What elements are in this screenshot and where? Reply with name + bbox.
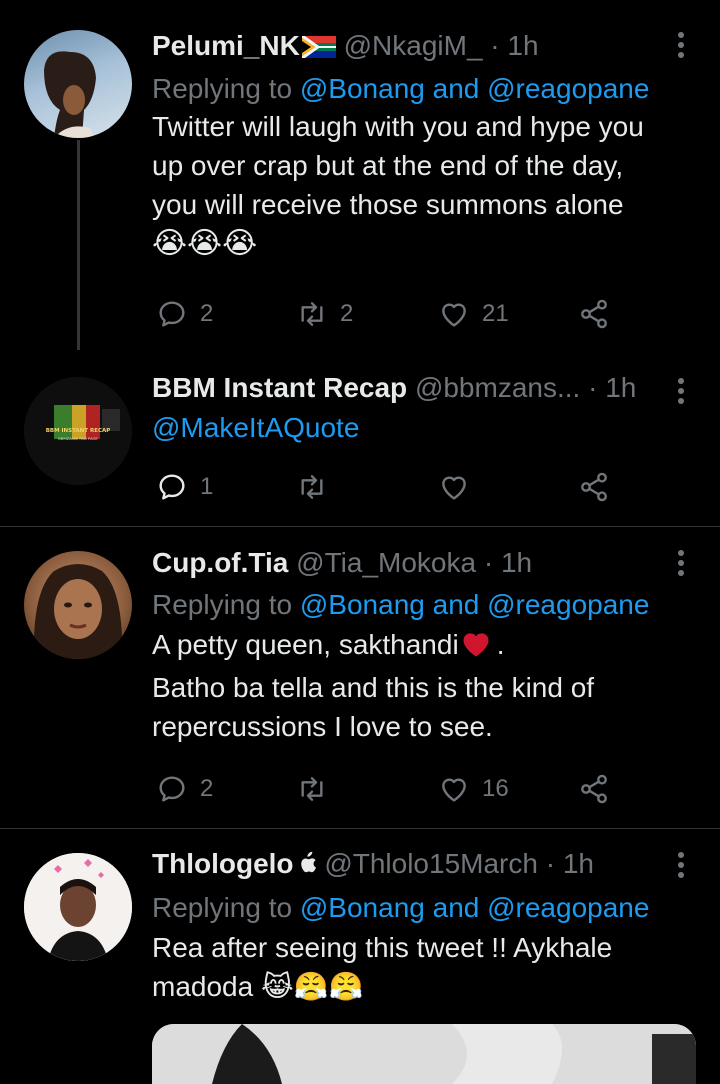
reply-icon bbox=[159, 301, 185, 327]
text-span: A petty queen, sakthandi bbox=[152, 629, 459, 660]
handle[interactable]: @NkagiM_ bbox=[344, 30, 483, 61]
reply-count: 2 bbox=[200, 300, 214, 327]
reply-count: 1 bbox=[200, 473, 214, 500]
text-line: you will receive those summons alone bbox=[152, 189, 624, 220]
replying-to-mentions[interactable]: @Bonang and @reagopane bbox=[300, 589, 650, 620]
like-count: 16 bbox=[482, 775, 509, 802]
handle[interactable]: @bbmzans... bbox=[415, 372, 580, 403]
replying-to-mentions[interactable]: @Bonang and @reagopane bbox=[300, 892, 650, 923]
retweet-button[interactable]: 2 bbox=[296, 294, 353, 334]
avatar[interactable] bbox=[24, 853, 132, 961]
reply-button[interactable]: 2 bbox=[156, 294, 213, 334]
share-button[interactable] bbox=[578, 294, 610, 334]
heart-icon bbox=[442, 303, 466, 327]
text-span: . bbox=[496, 629, 505, 660]
reply-icon bbox=[159, 776, 185, 802]
share-button[interactable] bbox=[578, 467, 610, 507]
text-line: A petty queen, sakthandi . bbox=[152, 625, 690, 668]
display-name[interactable]: Pelumi_NK bbox=[152, 30, 300, 61]
retweet-icon bbox=[301, 475, 323, 499]
avatar-logo-subtext: BBMZANSI FAN PAGE bbox=[58, 436, 98, 441]
apple-icon bbox=[297, 848, 317, 884]
reply-button[interactable]: 1 bbox=[156, 467, 213, 507]
timestamp[interactable]: · 1h bbox=[546, 848, 594, 879]
emoji-span: 😹😤😤 bbox=[260, 971, 364, 1002]
retweet-button[interactable] bbox=[296, 467, 328, 507]
retweet-button[interactable] bbox=[296, 769, 328, 809]
display-name[interactable]: Cup.of.Tia bbox=[152, 547, 288, 578]
reply-icon bbox=[159, 474, 185, 500]
like-button[interactable]: 16 bbox=[438, 769, 509, 809]
divider bbox=[0, 526, 720, 527]
timestamp[interactable]: · 1h bbox=[588, 372, 636, 403]
replying-to-label: Replying to bbox=[152, 73, 293, 104]
reply-count: 2 bbox=[200, 775, 214, 802]
mention-link[interactable]: @MakeItAQuote bbox=[152, 412, 359, 443]
text-line: up over crap but at the end of the day, bbox=[152, 150, 624, 181]
retweet-icon bbox=[301, 777, 323, 801]
timestamp[interactable]: · 1h bbox=[490, 30, 538, 61]
like-button[interactable] bbox=[438, 467, 470, 507]
replying-to-label: Replying to bbox=[152, 589, 293, 620]
heart-icon bbox=[442, 476, 466, 500]
share-button[interactable] bbox=[578, 769, 610, 809]
display-name[interactable]: Thlologelo bbox=[152, 848, 294, 879]
avatar[interactable] bbox=[24, 30, 132, 138]
timestamp[interactable]: · 1h bbox=[484, 547, 532, 578]
tweet-text: Twitter will laugh with you and hype you… bbox=[152, 107, 690, 263]
share-icon bbox=[581, 472, 607, 502]
replying-to-label: Replying to bbox=[152, 892, 293, 923]
text-line: Rea after seeing this tweet !! Aykhale bbox=[152, 932, 613, 963]
share-icon bbox=[581, 774, 607, 804]
text-line: Twitter will laugh with you and hype you bbox=[152, 111, 644, 142]
share-icon bbox=[581, 299, 607, 329]
retweet-count: 2 bbox=[340, 300, 354, 327]
handle[interactable]: @Tia_Mokoka bbox=[296, 547, 476, 578]
reply-button[interactable]: 2 bbox=[156, 769, 213, 809]
avatar-logo-text: BBM INSTANT RECAP bbox=[46, 428, 111, 434]
display-name[interactable]: BBM Instant Recap bbox=[152, 372, 407, 403]
divider bbox=[0, 828, 720, 829]
handle[interactable]: @Thlolo15March bbox=[324, 848, 538, 879]
emoji-line: 😭😭😭 bbox=[152, 227, 258, 260]
red-heart-icon bbox=[461, 629, 491, 668]
text-span: madoda bbox=[152, 971, 254, 1002]
avatar[interactable] bbox=[24, 551, 132, 659]
tweet-text: A petty queen, sakthandi . Batho ba tell… bbox=[152, 625, 690, 746]
thread-line bbox=[77, 140, 80, 350]
text-line: madoda 😹😤😤 bbox=[152, 967, 690, 1006]
tweet-text: Rea after seeing this tweet !! Aykhale m… bbox=[152, 928, 690, 1006]
retweet-icon bbox=[301, 302, 323, 326]
text-line: Batho ba tella and this is the kind of bbox=[152, 672, 595, 703]
avatar[interactable]: BBM INSTANT RECAP BBMZANSI FAN PAGE bbox=[24, 377, 132, 485]
like-count: 21 bbox=[482, 300, 509, 327]
text-line: repercussions I love to see. bbox=[152, 711, 493, 742]
heart-icon bbox=[442, 778, 466, 802]
media-image[interactable] bbox=[152, 1024, 696, 1084]
like-button[interactable]: 21 bbox=[438, 294, 509, 334]
replying-to-mentions[interactable]: @Bonang and @reagopane bbox=[300, 73, 650, 104]
flag-icon bbox=[301, 31, 336, 67]
